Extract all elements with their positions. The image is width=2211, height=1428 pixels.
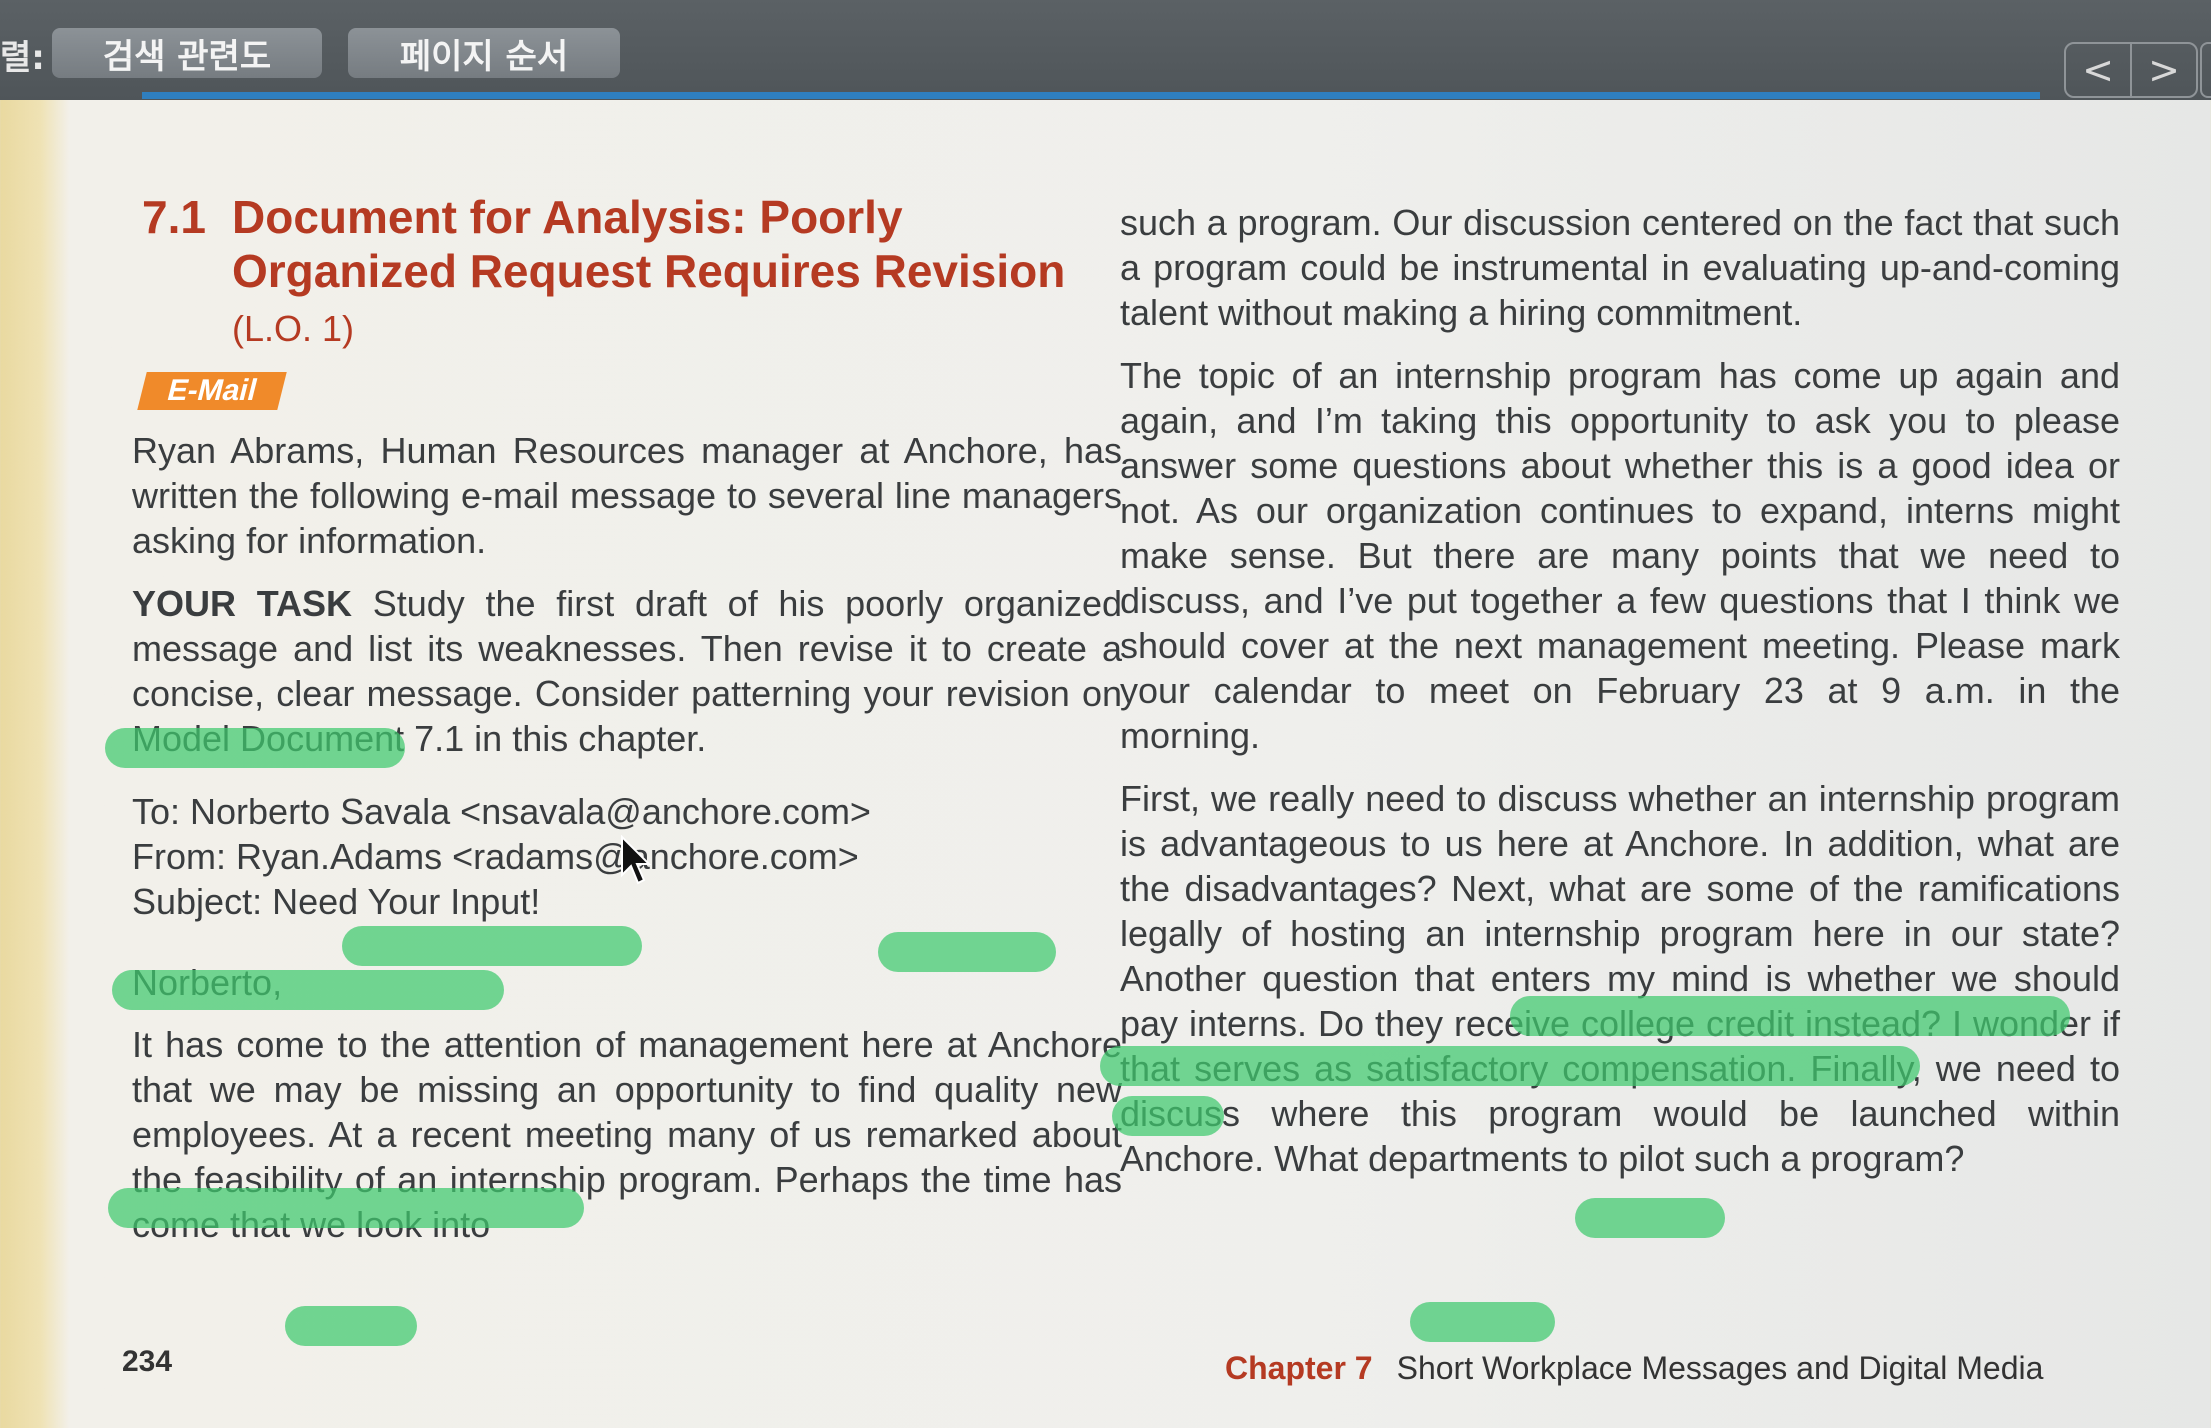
intro-paragraph: Ryan Abrams, Human Resources manager at …: [132, 430, 1122, 561]
highlight-mark: [1510, 996, 2070, 1036]
chapter-title: Short Workplace Messages and Digital Med…: [1396, 1350, 2044, 1386]
section-heading: 7.1 Document for Analysis: Poorly Organi…: [132, 190, 1122, 356]
highlight-mark: [105, 728, 405, 768]
highlight-mark: [112, 970, 504, 1010]
chapter-label: Chapter 7: [1225, 1350, 1373, 1386]
progress-line: [142, 92, 2040, 99]
task-label: YOUR TASK: [132, 583, 353, 624]
learning-objective: (L.O. 1): [232, 308, 355, 349]
highlight-mark: [1112, 1096, 1224, 1136]
highlight-mark: [285, 1306, 417, 1346]
email-to: To: Norberto Savala <nsavala@anchore.com…: [132, 791, 871, 832]
email-tag: E-Mail: [137, 372, 288, 410]
chevron-right-icon[interactable]: >: [2130, 44, 2196, 96]
sort-label: 렬:: [0, 38, 45, 78]
toolbar: 렬: 검색 관련도 페이지 순서 < >: [0, 0, 2211, 100]
email-paragraph-3: First, we really need to discuss whether…: [1120, 778, 2120, 1179]
sort-tab-page-order[interactable]: 페이지 순서: [348, 28, 620, 78]
running-footer: Chapter 7 Short Workplace Messages and Di…: [1225, 1350, 2043, 1387]
highlight-mark: [342, 926, 642, 966]
page-number: 234: [122, 1345, 173, 1378]
section-number: 7.1: [142, 191, 206, 243]
highlight-mark: [1410, 1302, 1555, 1342]
section-title: Document for Analysis: Poorly Organized …: [232, 191, 1066, 297]
chevron-left-icon[interactable]: <: [2066, 44, 2130, 96]
highlight-mark: [108, 1188, 584, 1228]
left-column: 7.1 Document for Analysis: Poorly Organi…: [132, 190, 1122, 1247]
edge-button[interactable]: [2200, 42, 2211, 98]
sort-tab-relevance[interactable]: 검색 관련도: [52, 28, 322, 78]
book-page: 7.1 Document for Analysis: Poorly Organi…: [60, 100, 2211, 1428]
email-paragraph-2: The topic of an internship program has c…: [1120, 355, 2120, 756]
highlight-mark: [1575, 1198, 1725, 1238]
highlight-mark: [878, 932, 1056, 972]
result-nav: < >: [2064, 42, 2198, 98]
mouse-cursor-icon: [621, 835, 652, 885]
email-paragraph-1-cont: such a program. Our discussion centered …: [1120, 202, 2120, 333]
highlight-mark: [1100, 1046, 1920, 1086]
